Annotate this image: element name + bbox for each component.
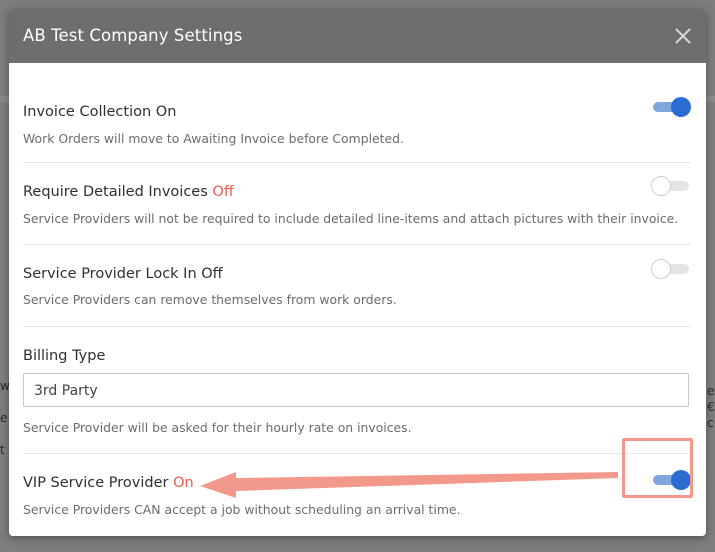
arrow-shape <box>200 472 618 498</box>
annotation-highlight-box <box>622 438 693 498</box>
annotation-arrow <box>200 472 618 498</box>
